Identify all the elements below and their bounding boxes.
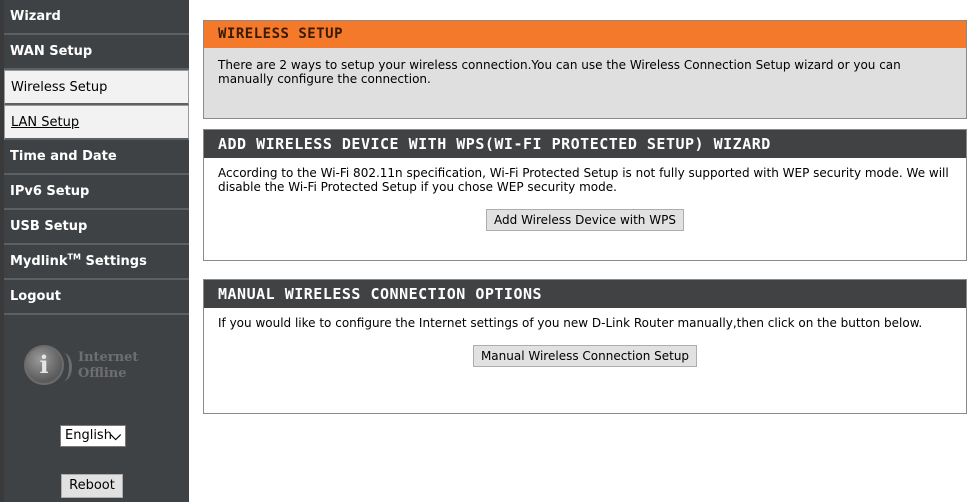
sidebar-item-lan-setup[interactable]: LAN Setup bbox=[4, 105, 189, 140]
sidebar-item-mydlink-settings[interactable]: MydlinkTM Settings bbox=[4, 245, 189, 280]
section-title: WIRELESS SETUP bbox=[204, 21, 966, 48]
add-wireless-device-wps-button[interactable]: Add Wireless Device with WPS bbox=[486, 209, 684, 231]
sidebar-item-ipv6-setup[interactable]: IPv6 Setup bbox=[4, 175, 189, 210]
section-title: ADD WIRELESS DEVICE WITH WPS(WI-FI PROTE… bbox=[204, 130, 966, 158]
reboot-button[interactable]: Reboot bbox=[61, 474, 123, 498]
trademark-sup: TM bbox=[67, 252, 81, 262]
sidebar-item-label: Time and Date bbox=[10, 149, 117, 164]
sidebar-item-label: Logout bbox=[10, 289, 61, 304]
status-line-2: Offline bbox=[78, 366, 127, 381]
sidebar-item-usb-setup[interactable]: USB Setup bbox=[4, 210, 189, 245]
sidebar-item-label: IPv6 Setup bbox=[10, 184, 90, 199]
sidebar-item-label: LAN Setup bbox=[11, 115, 80, 130]
info-icon: i bbox=[24, 345, 72, 385]
sidebar: Wizard WAN Setup Wireless Setup LAN Setu… bbox=[4, 0, 189, 502]
sidebar-item-label-suffix: Settings bbox=[80, 254, 147, 269]
sidebar-item-label: Wireless Setup bbox=[11, 80, 108, 95]
section-description: According to the Wi-Fi 802.11n specifica… bbox=[218, 166, 949, 194]
sidebar-item-label: WAN Setup bbox=[10, 44, 93, 59]
section-title: MANUAL WIRELESS CONNECTION OPTIONS bbox=[204, 280, 966, 308]
sidebar-item-label: Mydlink bbox=[10, 254, 68, 269]
sidebar-item-wireless-setup[interactable]: Wireless Setup bbox=[4, 70, 189, 105]
language-selected-value: English bbox=[65, 428, 112, 443]
sidebar-item-label: Wizard bbox=[10, 9, 61, 24]
section-description: If you would like to configure the Inter… bbox=[218, 316, 923, 330]
language-select[interactable]: English ⌵ bbox=[60, 425, 126, 447]
status-line-1: Internet bbox=[78, 350, 139, 365]
sidebar-item-label: USB Setup bbox=[10, 219, 88, 234]
sidebar-item-wizard[interactable]: Wizard bbox=[4, 0, 189, 35]
wps-wizard-section: ADD WIRELESS DEVICE WITH WPS(WI-FI PROTE… bbox=[203, 129, 967, 261]
internet-status: i Internet Offline bbox=[24, 345, 184, 395]
sidebar-item-wan-setup[interactable]: WAN Setup bbox=[4, 35, 189, 70]
section-description: There are 2 ways to setup your wireless … bbox=[218, 58, 901, 86]
manual-wireless-section: MANUAL WIRELESS CONNECTION OPTIONS If yo… bbox=[203, 279, 967, 414]
manual-wireless-connection-setup-button[interactable]: Manual Wireless Connection Setup bbox=[472, 345, 698, 367]
chevron-down-icon: ⌵ bbox=[110, 428, 121, 444]
sidebar-item-logout[interactable]: Logout bbox=[4, 280, 189, 315]
wireless-setup-section: WIRELESS SETUP There are 2 ways to setup… bbox=[203, 20, 967, 119]
sidebar-item-time-and-date[interactable]: Time and Date bbox=[4, 140, 189, 175]
